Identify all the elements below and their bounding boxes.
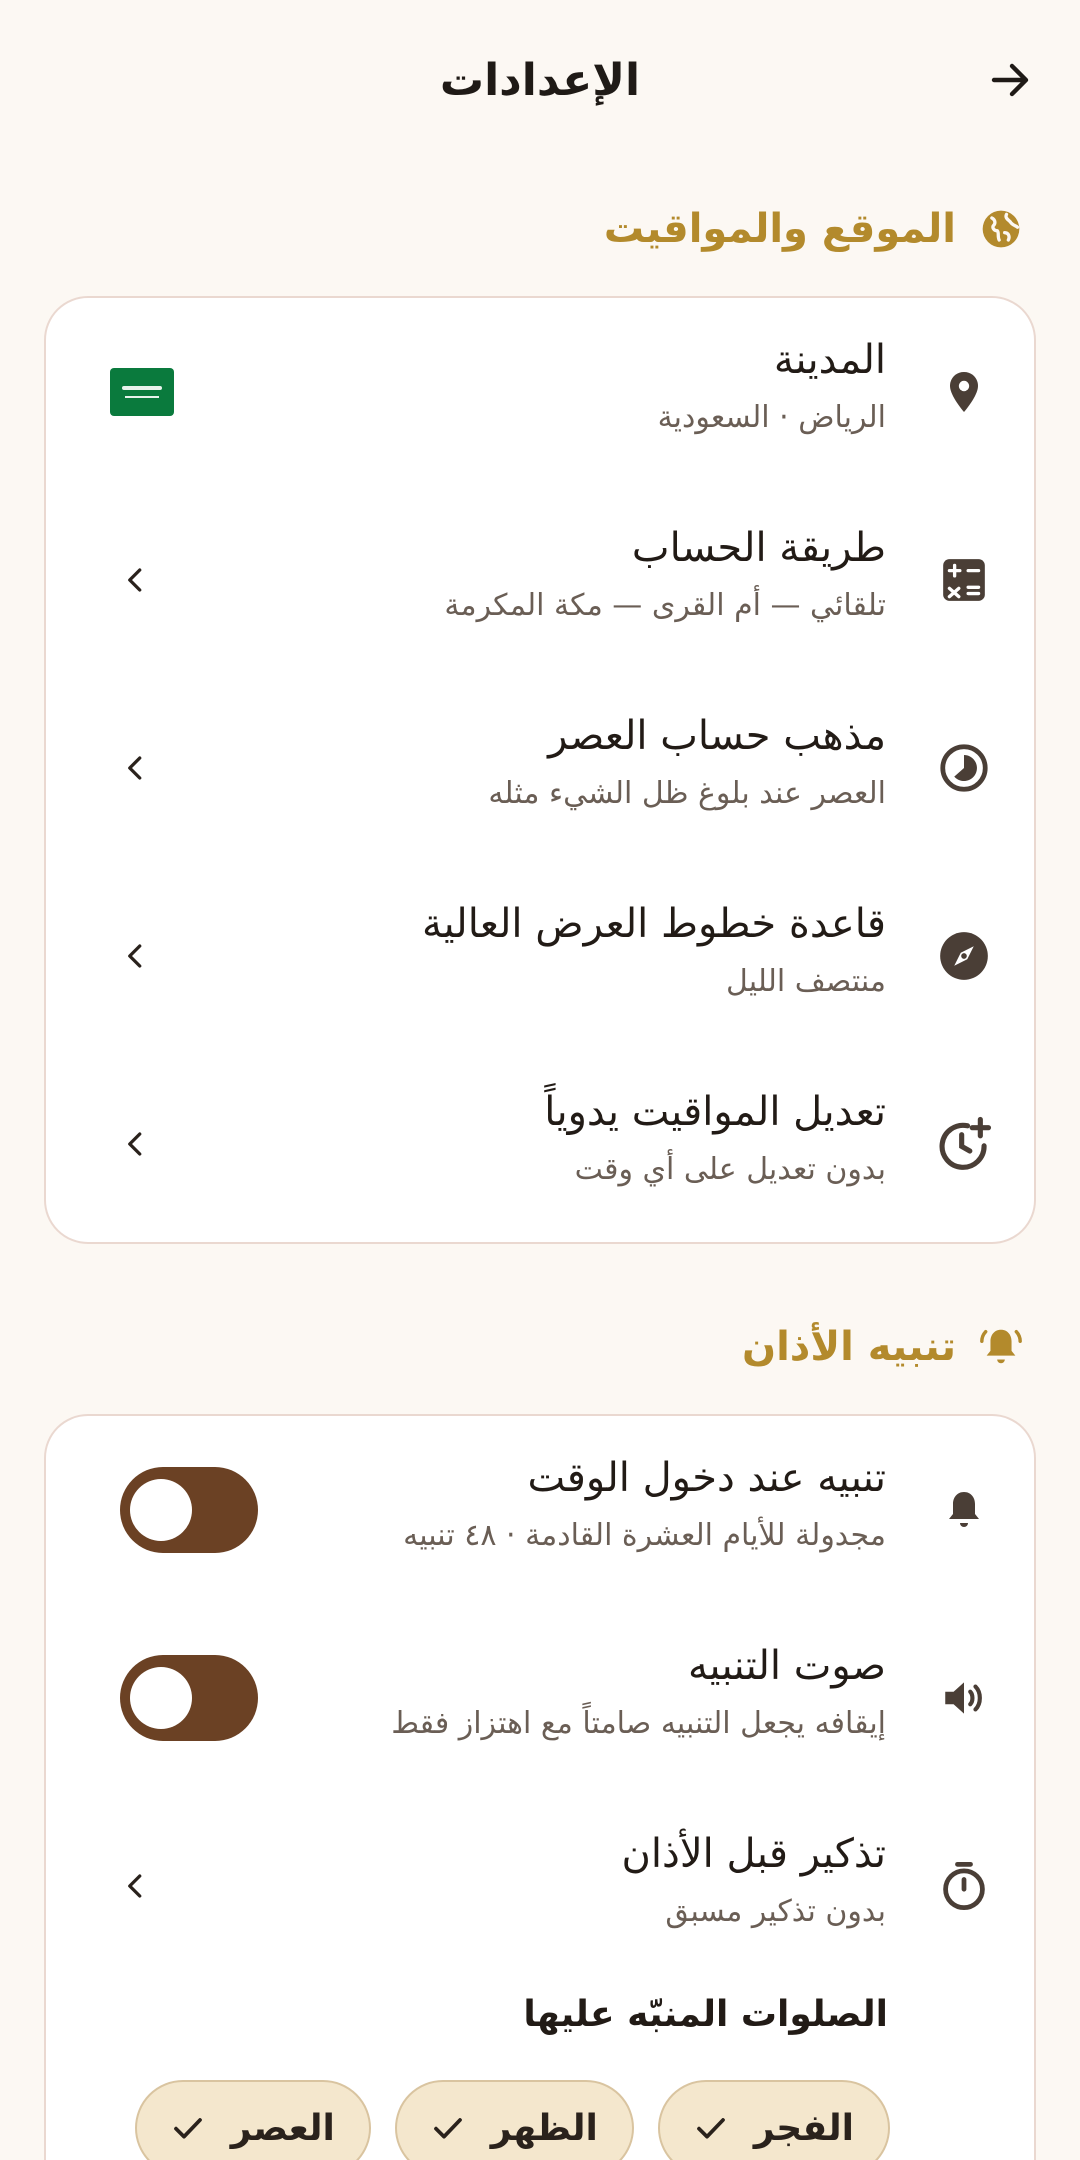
location-pin-icon <box>934 362 994 422</box>
manual-adjust-row[interactable]: تعديل المواقيت يدوياً بدون تعديل على أي … <box>46 1050 1034 1238</box>
bell-ring-icon <box>978 1324 1024 1370</box>
pre-adhan-reminder-row[interactable]: تذكير قبل الأذان بدون تذكير مسبق <box>46 1792 1034 1980</box>
row-subtitle: العصر عند بلوغ ظل الشيء مثله <box>488 776 886 811</box>
adhan-notify-row[interactable]: تنبيه عند دخول الوقت مجدولة للأيام العشر… <box>46 1416 1034 1604</box>
adhan-card: تنبيه عند دخول الوقت مجدولة للأيام العشر… <box>44 1414 1036 2160</box>
prayer-chips: الفجر الظهر العصر <box>134 2080 890 2160</box>
chip-label: الفجر <box>753 2107 854 2149</box>
section-title: تنبيه الأذان <box>741 1324 956 1370</box>
row-subtitle: بدون تعديل على أي وقت <box>574 1152 886 1187</box>
chevron-left-icon <box>116 560 156 600</box>
prayer-chip-fajr[interactable]: الفجر <box>657 2080 890 2160</box>
row-subtitle: تلقائي — أم القرى — مكة المكرمة <box>444 588 886 623</box>
adhan-notify-toggle[interactable] <box>120 1467 258 1553</box>
bell-icon <box>934 1480 994 1540</box>
row-subtitle: إيقافه يجعل التنبيه صامتاً مع اهتزاز فقط <box>391 1706 886 1741</box>
arrow-right-icon <box>991 63 1029 97</box>
compass-icon <box>934 926 994 986</box>
row-subtitle: الرياض · السعودية <box>657 400 886 435</box>
saudi-flag-icon <box>110 368 174 416</box>
chip-label: الظهر <box>490 2107 598 2149</box>
row-title: طريقة الحساب <box>631 525 886 571</box>
check-icon <box>171 2111 205 2145</box>
timer-icon <box>934 1856 994 1916</box>
row-subtitle: بدون تذكير مسبق <box>665 1894 886 1929</box>
row-title: قاعدة خطوط العرض العالية <box>422 901 886 947</box>
calculation-method-row[interactable]: طريقة الحساب تلقائي — أم القرى — مكة الم… <box>46 486 1034 674</box>
check-icon <box>431 2111 465 2145</box>
alert-sound-row[interactable]: صوت التنبيه إيقافه يجعل التنبيه صامتاً م… <box>46 1604 1034 1792</box>
section-title: الموقع والمواقيت <box>603 206 956 252</box>
chevron-left-icon <box>116 936 156 976</box>
location-card: المدينة الرياض · السعودية طريقة الحساب ت… <box>44 296 1036 1244</box>
page-title: الإعدادات <box>439 54 641 106</box>
check-icon <box>694 2111 728 2145</box>
chevron-left-icon <box>116 1124 156 1164</box>
row-title: تنبيه عند دخول الوقت <box>527 1455 887 1501</box>
clock-half-icon <box>934 738 994 798</box>
section-header-adhan: تنبيه الأذان <box>742 1324 1024 1370</box>
prayers-heading: الصلوات المنبّه عليها <box>523 1994 888 2035</box>
chip-label: العصر <box>230 2107 335 2149</box>
high-latitude-row[interactable]: قاعدة خطوط العرض العالية منتصف الليل <box>46 862 1034 1050</box>
row-subtitle: منتصف الليل <box>726 964 886 999</box>
row-subtitle: مجدولة للأيام العشرة القادمة · ٤٨ تنبيه <box>403 1518 886 1553</box>
city-row[interactable]: المدينة الرياض · السعودية <box>46 298 1034 486</box>
row-title: المدينة <box>773 337 886 383</box>
section-header-location: الموقع والمواقيت <box>604 206 1024 252</box>
asr-method-row[interactable]: مذهب حساب العصر العصر عند بلوغ ظل الشيء … <box>46 674 1034 862</box>
row-title: تذكير قبل الأذان <box>621 1831 886 1877</box>
row-title: مذهب حساب العصر <box>548 713 886 759</box>
app-bar: الإعدادات <box>0 0 1080 160</box>
globe-icon <box>978 206 1024 252</box>
speaker-icon <box>934 1668 994 1728</box>
chevron-left-icon <box>116 748 156 788</box>
clock-plus-icon <box>934 1114 994 1174</box>
calculator-icon <box>934 550 994 610</box>
prayer-chip-dhuhr[interactable]: الظهر <box>394 2080 634 2160</box>
chevron-left-icon <box>116 1866 156 1906</box>
row-title: تعديل المواقيت يدوياً <box>544 1089 886 1135</box>
back-button[interactable] <box>980 50 1040 110</box>
alert-sound-toggle[interactable] <box>120 1655 258 1741</box>
row-title: صوت التنبيه <box>687 1643 886 1689</box>
prayer-chip-asr[interactable]: العصر <box>134 2080 371 2160</box>
